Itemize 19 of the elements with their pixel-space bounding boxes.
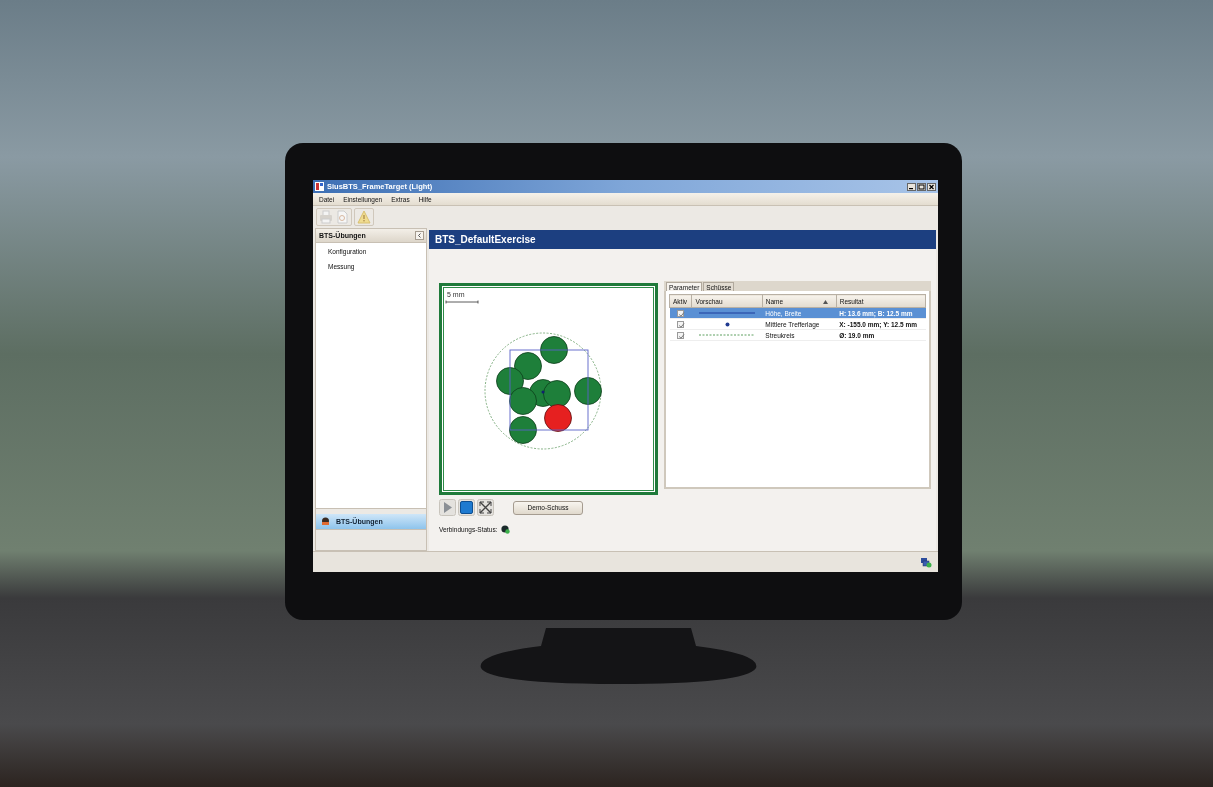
sort-arrow-icon — [823, 299, 829, 304]
chevron-left-icon — [417, 233, 422, 238]
warning-icon[interactable] — [357, 210, 371, 224]
close-icon[interactable] — [927, 182, 936, 191]
connection-status-icon — [500, 525, 510, 534]
network-icon — [920, 556, 932, 568]
target-shooter-icon — [321, 517, 330, 526]
shrink-arrows-icon[interactable] — [477, 499, 494, 516]
line-preview-icon — [697, 309, 758, 316]
stop-icon[interactable] — [458, 499, 475, 516]
dot-preview-icon — [724, 321, 730, 327]
collapse-button[interactable] — [415, 231, 424, 240]
app-icon — [315, 182, 324, 191]
checkbox[interactable] — [677, 309, 685, 317]
minimize-icon[interactable] — [907, 182, 916, 191]
exercise-title: BTS_DefaultExercise — [429, 230, 936, 249]
maximize-icon[interactable] — [917, 182, 926, 191]
checkbox[interactable] — [677, 320, 685, 328]
checkbox[interactable] — [677, 331, 685, 339]
